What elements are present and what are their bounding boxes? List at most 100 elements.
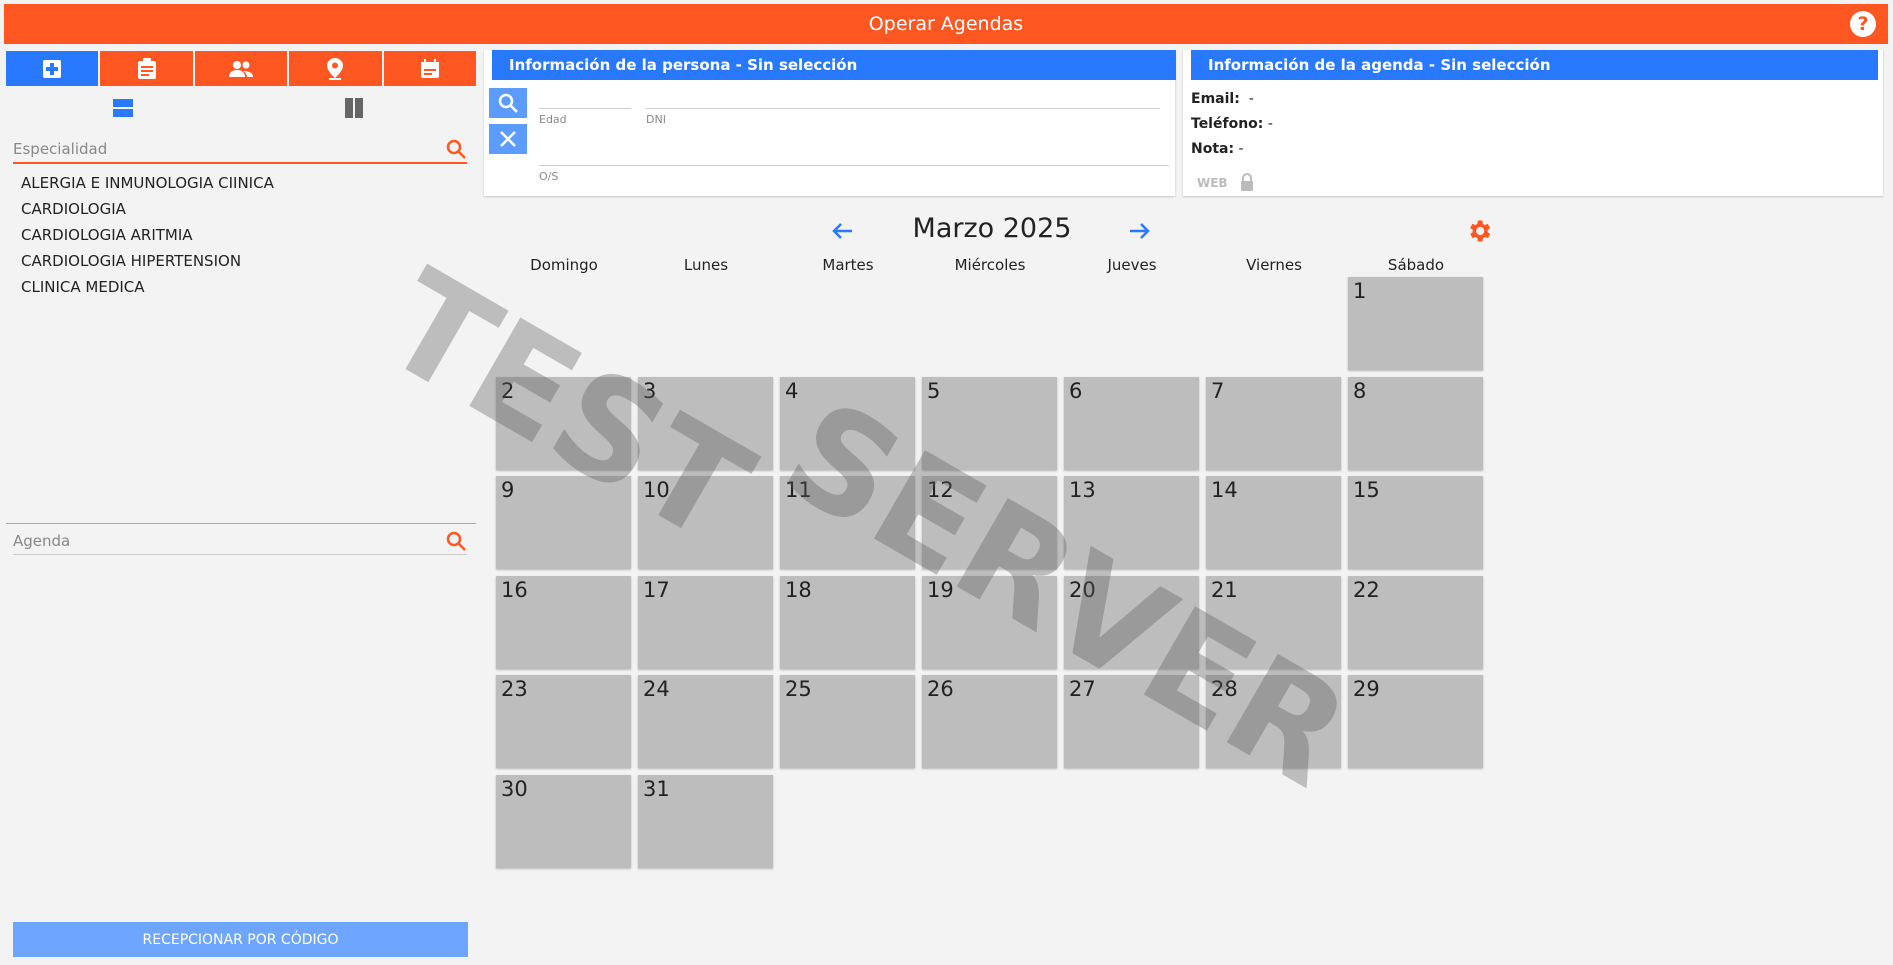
weekday-label: Viernes [1246, 256, 1302, 274]
calendar-icon [420, 58, 439, 78]
os-label: O/S [539, 170, 559, 183]
calendar-day-cell[interactable]: 19 [922, 576, 1057, 669]
calendar-day-cell[interactable]: 4 [780, 377, 915, 470]
calendar-day-number: 12 [927, 478, 954, 502]
tab-calendar[interactable] [383, 51, 477, 86]
specialty-search-input[interactable]: Especialidad [13, 140, 445, 158]
phone-label: Teléfono: [1191, 116, 1264, 132]
tab-locations[interactable] [289, 51, 382, 86]
weekday-label: Sábado [1387, 256, 1445, 274]
prev-month-arrow-icon[interactable] [830, 218, 856, 244]
help-button[interactable]: ? [1850, 11, 1876, 37]
calendar-day-number: 13 [1069, 478, 1096, 502]
close-icon [500, 131, 516, 147]
calendar-day-number: 4 [785, 379, 799, 403]
calendar-day-number: 10 [643, 478, 670, 502]
calendar-day-cell[interactable]: 17 [638, 576, 773, 669]
calendar-day-cell[interactable]: 27 [1064, 675, 1199, 768]
note-row: Nota: - [1191, 141, 1244, 157]
calendar-day-cell[interactable]: 25 [780, 675, 915, 768]
calendar-day-cell[interactable]: 21 [1206, 576, 1341, 669]
calendar-day-cell[interactable]: 29 [1348, 675, 1483, 768]
calendar-day-cell[interactable]: 22 [1348, 576, 1483, 669]
next-month-arrow-icon[interactable] [1126, 218, 1152, 244]
receive-by-code-button[interactable]: RECEPCIONAR POR CÓDIGO [13, 922, 468, 957]
clipboard-icon [137, 57, 156, 79]
list-item[interactable]: CARDIOLOGIA HIPERTENSION [21, 248, 274, 274]
calendar-day-number: 30 [501, 777, 528, 801]
list-item[interactable]: CLINICA MEDICA [21, 274, 274, 300]
calendar-day-number: 18 [785, 578, 812, 602]
agenda-search-input[interactable]: Agenda [13, 532, 445, 550]
list-item[interactable]: ALERGIA E INMUNOLOGIA CIINICA [21, 170, 274, 196]
calendar-day-number: 17 [643, 578, 670, 602]
calendar-day-cell[interactable]: 15 [1348, 476, 1483, 569]
agenda-info-card: Información de la agenda - Sin selección… [1183, 50, 1883, 196]
app-header: Operar Agendas ? [4, 4, 1888, 44]
calendar-day-cell[interactable]: 5 [922, 377, 1057, 470]
calendar-day-number: 6 [1069, 379, 1083, 403]
list-item[interactable]: CARDIOLOGIA [21, 196, 274, 222]
weekday-label: Domingo [530, 256, 598, 274]
calendar-day-cell[interactable]: 31 [638, 775, 773, 868]
agenda-search[interactable]: Agenda [13, 528, 467, 555]
calendar-day-cell[interactable]: 28 [1206, 675, 1341, 768]
calendar-day-cell[interactable]: 7 [1206, 377, 1341, 470]
calendar-day-number: 28 [1211, 677, 1238, 701]
calendar-day-number: 11 [785, 478, 812, 502]
specialty-search[interactable]: Especialidad [13, 136, 467, 164]
calendar-day-cell[interactable]: 20 [1064, 576, 1199, 669]
calendar-day-cell[interactable]: 6 [1064, 377, 1199, 470]
os-field[interactable] [539, 165, 1169, 166]
person-search-button[interactable] [489, 88, 527, 118]
list-item[interactable]: CARDIOLOGIA ARITMIA [21, 222, 274, 248]
calendar-day-cell[interactable]: 9 [496, 476, 631, 569]
calendar-day-cell[interactable]: 26 [922, 675, 1057, 768]
medical-plus-icon [43, 59, 62, 78]
calendar-day-cell[interactable]: 3 [638, 377, 773, 470]
calendar-day-number: 3 [643, 379, 657, 403]
gear-icon[interactable] [1465, 217, 1493, 245]
email-label: Email: [1191, 91, 1240, 107]
calendar-day-cell[interactable]: 23 [496, 675, 631, 768]
calendar-day-cell[interactable]: 1 [1348, 277, 1483, 370]
view-columns-toggle[interactable] [342, 96, 366, 120]
view-rows-toggle[interactable] [111, 96, 135, 120]
calendar-day-cell[interactable]: 18 [780, 576, 915, 669]
calendar-day-number: 9 [501, 478, 515, 502]
calendar-day-number: 15 [1353, 478, 1380, 502]
specialty-list: ALERGIA E INMUNOLOGIA CIINICA CARDIOLOGI… [21, 170, 274, 300]
search-icon [498, 93, 518, 113]
calendar-month-title: Marzo 2025 [912, 213, 1072, 244]
email-value: - [1248, 91, 1254, 107]
calendar-day-number: 19 [927, 578, 954, 602]
calendar-day-cell[interactable]: 13 [1064, 476, 1199, 569]
calendar-day-cell[interactable]: 10 [638, 476, 773, 569]
people-icon [229, 60, 254, 77]
weekday-label: Miércoles [954, 256, 1026, 274]
calendar-day-number: 24 [643, 677, 670, 701]
age-field[interactable] [539, 108, 631, 109]
divider [6, 523, 476, 524]
email-row: Email: - [1191, 91, 1254, 107]
calendar-day-cell[interactable]: 11 [780, 476, 915, 569]
calendar-day-cell[interactable]: 14 [1206, 476, 1341, 569]
columns-view-icon [345, 98, 363, 118]
calendar-day-cell[interactable]: 24 [638, 675, 773, 768]
dni-field[interactable] [646, 108, 1160, 109]
person-clear-button[interactable] [489, 124, 527, 154]
help-icon: ? [1857, 13, 1869, 35]
calendar-day-cell[interactable]: 16 [496, 576, 631, 669]
lock-icon [1241, 173, 1253, 191]
calendar-day-number: 23 [501, 677, 528, 701]
tab-people[interactable] [194, 51, 288, 86]
tab-appointments[interactable] [100, 51, 193, 86]
tab-specialty[interactable] [6, 51, 99, 86]
calendar-day-cell[interactable]: 12 [922, 476, 1057, 569]
search-icon[interactable] [445, 138, 467, 160]
phone-row: Teléfono: - [1191, 116, 1273, 132]
calendar-day-cell[interactable]: 30 [496, 775, 631, 868]
calendar-day-cell[interactable]: 8 [1348, 377, 1483, 470]
calendar-day-cell[interactable]: 2 [496, 377, 631, 470]
search-icon[interactable] [445, 530, 467, 552]
